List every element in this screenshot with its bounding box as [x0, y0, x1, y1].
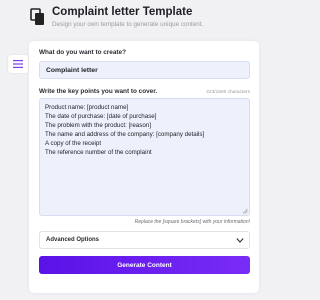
- generate-content-button[interactable]: Generate Content: [39, 256, 250, 274]
- content-type-input[interactable]: Complaint letter: [39, 61, 250, 79]
- chevron-down-icon: [236, 238, 244, 243]
- hint-text: Replace the [square brackets] with your …: [134, 219, 250, 225]
- key-point-line: The reference number of the complaint: [45, 149, 152, 157]
- advanced-options-toggle[interactable]: Advanced Options: [39, 231, 250, 249]
- menu-lines-icon: [13, 60, 23, 68]
- resize-handle-icon[interactable]: [242, 208, 248, 214]
- type-label: What do you want to create?: [39, 49, 126, 56]
- key-points-label: Write the key points you want to cover.: [39, 88, 158, 95]
- key-point-line: The problem with the product: [reason]: [45, 122, 151, 130]
- page-header: Complaint letter Template Design your ow…: [30, 6, 270, 34]
- template-form-card: What do you want to create? Complaint le…: [29, 41, 259, 293]
- character-counter: 223/1500 characters: [206, 90, 250, 95]
- key-point-line: The name and address of the company: [co…: [45, 131, 205, 139]
- sidebar-toggle-button[interactable]: [8, 55, 28, 73]
- key-point-line: Product name: [product name]: [45, 104, 129, 111]
- page-subtitle: Design your own template to generate uni…: [52, 21, 204, 28]
- page-title: Complaint letter Template: [52, 6, 193, 18]
- key-point-line: The date of purchase: [date of purchase]: [45, 113, 157, 121]
- copy-icon: [30, 8, 44, 25]
- advanced-options-label: Advanced Options: [46, 237, 100, 243]
- key-points-textarea[interactable]: Product name: [product name] The date of…: [39, 98, 250, 216]
- key-point-line: A copy of the receipt: [45, 140, 102, 148]
